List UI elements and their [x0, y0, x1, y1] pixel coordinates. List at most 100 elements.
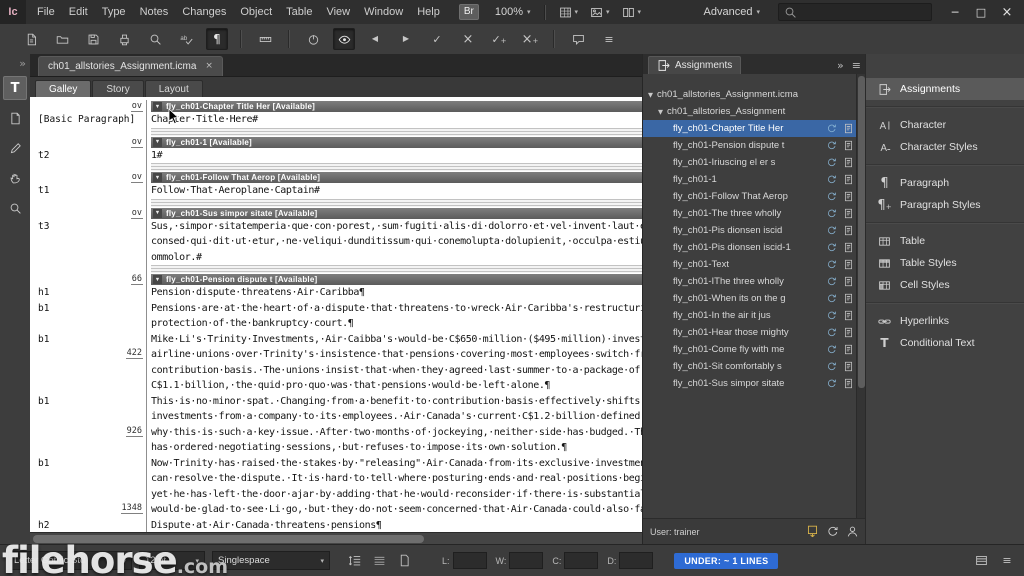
- search-box[interactable]: [778, 3, 932, 21]
- assignment-story-item[interactable]: fly_ch01-Chapter Title Her: [643, 120, 857, 137]
- assignments-root-item[interactable]: ▼ ch01_allstories_Assignment.icma: [643, 86, 857, 103]
- field-input[interactable]: [619, 552, 654, 569]
- menu-table[interactable]: Table: [279, 0, 319, 24]
- update-design-button[interactable]: [806, 525, 819, 540]
- field-input[interactable]: [564, 552, 599, 569]
- collapse-triangle-icon[interactable]: ▼: [153, 208, 162, 218]
- galley-text-line[interactable]: consed·qui·dit·ut·etur,·ne·veliqui·dundi…: [151, 234, 660, 250]
- story-section-header[interactable]: ▼ fly_ch01-Follow That Aerop [Available]: [151, 172, 660, 183]
- galley-text-line[interactable]: protection·of·the·bankruptcy·court.¶: [151, 316, 660, 332]
- power-button[interactable]: [302, 28, 324, 50]
- double-chevron-icon[interactable]: »: [837, 60, 844, 71]
- menu-object[interactable]: Object: [233, 0, 279, 24]
- dock-item-cell-styles[interactable]: Cell Styles: [866, 274, 1024, 296]
- galley-text-line[interactable]: contribution·basis.·The·unions·insist·th…: [151, 363, 660, 379]
- assignment-story-item[interactable]: fly_ch01-Iriuscing el er s: [643, 154, 857, 171]
- folder-open-button[interactable]: [51, 28, 73, 50]
- assignment-story-item[interactable]: fly_ch01-Pis dionsen iscid-1: [643, 239, 857, 256]
- galley-text-line[interactable]: Now·Trinity·has·raised·the·stakes·by·"re…: [151, 456, 660, 472]
- notes-button[interactable]: [567, 28, 589, 50]
- zoom-level-select[interactable]: 100% ▾: [489, 6, 537, 18]
- update-content-button[interactable]: [826, 525, 839, 540]
- galley-text-line[interactable]: 1#: [151, 148, 660, 164]
- document-export-button[interactable]: [20, 28, 42, 50]
- story-section-header[interactable]: ▼ fly_ch01-Chapter Title Her [Available]: [151, 101, 660, 112]
- reject-change-button[interactable]: ×: [457, 28, 479, 50]
- close-button[interactable]: ×: [996, 3, 1018, 21]
- dock-item-assignments[interactable]: Assignments: [866, 78, 1024, 100]
- line-spacing-select[interactable]: Singlespace ▾: [212, 551, 330, 570]
- assignment-story-item[interactable]: fly_ch01-Come fly with me: [643, 341, 857, 358]
- assignment-story-item[interactable]: fly_ch01-Follow That Aerop: [643, 188, 857, 205]
- workspace-switcher[interactable]: Advanced ▾: [698, 6, 766, 18]
- view-tab-galley[interactable]: Galley: [35, 80, 92, 98]
- baseline-grid-button[interactable]: [370, 552, 388, 570]
- galley-text-line[interactable]: Mike·Li's·Trinity·Investments,·Air·Caibb…: [151, 332, 660, 348]
- note-tool[interactable]: [3, 106, 27, 130]
- assignment-group-item[interactable]: ▼ ch01_allstories_Assignment: [643, 103, 857, 120]
- galley-text-line[interactable]: C$1.1·billion,·the·quid·pro·quo·was·that…: [151, 378, 660, 394]
- dock-item-paragraph-styles[interactable]: ¶+ Paragraph Styles: [866, 194, 1024, 216]
- galley-text-line[interactable]: This·is·no·minor·spat.·Changing·from·a·b…: [151, 394, 660, 410]
- panel-menu-button[interactable]: ≡: [598, 28, 620, 50]
- line-spacing-button[interactable]: [345, 552, 363, 570]
- assignment-story-item[interactable]: fly_ch01-Sit comfortably s: [643, 358, 857, 375]
- info-button[interactable]: [972, 552, 990, 570]
- zoom-tool[interactable]: [3, 196, 27, 220]
- galley-text-line[interactable]: Sus,·simpor·sitatemperia·que·con·porest,…: [151, 219, 660, 235]
- dock-item-character-styles[interactable]: A Character Styles: [866, 136, 1024, 158]
- galley-text-line[interactable]: can·resolve·the·dispute.·It·is·hard·to·t…: [151, 471, 660, 487]
- bridge-button[interactable]: Br: [458, 4, 479, 20]
- assignment-story-item[interactable]: fly_ch01-Pension dispute t: [643, 137, 857, 154]
- story-section-header[interactable]: ▼ fly_ch01-Sus simpor sitate [Available]: [151, 207, 660, 219]
- columns-button[interactable]: ▾: [616, 0, 648, 24]
- menu-help[interactable]: Help: [410, 0, 447, 24]
- panel-menu-icon[interactable]: ≡: [852, 60, 861, 71]
- story-section-header[interactable]: ▼ fly_ch01-Pension dispute t [Available]: [151, 274, 660, 285]
- collapse-triangle-icon[interactable]: ▼: [153, 275, 162, 284]
- galley-text-line[interactable]: Follow·That·Aeroplane·Captain#: [151, 183, 660, 199]
- field-input[interactable]: [509, 552, 544, 569]
- assignment-story-item[interactable]: fly_ch01-Hear those mighty: [643, 324, 857, 341]
- user-button[interactable]: [846, 525, 859, 540]
- previous-change-button[interactable]: ◀: [364, 28, 386, 50]
- chevron-down-icon[interactable]: ▼: [648, 89, 653, 100]
- pencil-tool[interactable]: [3, 136, 27, 160]
- export-button[interactable]: [82, 28, 104, 50]
- menu-button[interactable]: ≡: [998, 552, 1016, 570]
- tools-collapse[interactable]: »: [0, 58, 30, 70]
- track-changes-eye-button[interactable]: [333, 28, 355, 50]
- font-size-select[interactable]: 12 pt ▾: [139, 551, 205, 570]
- spellcheck-button[interactable]: ab: [175, 28, 197, 50]
- story-section-header[interactable]: ▼ fly_ch01-1 [Available]: [151, 136, 660, 148]
- restore-button[interactable]: □: [970, 3, 992, 21]
- accept-all-changes-button[interactable]: ✓+: [488, 28, 510, 50]
- menu-file[interactable]: File: [30, 0, 62, 24]
- chevron-down-icon[interactable]: ▼: [658, 106, 663, 117]
- search-button[interactable]: [144, 28, 166, 50]
- view-tab-layout[interactable]: Layout: [144, 80, 203, 98]
- accept-change-button[interactable]: ✓: [426, 28, 448, 50]
- grid-button[interactable]: ▾: [553, 0, 585, 24]
- image-button[interactable]: ▾: [584, 0, 616, 24]
- close-icon[interactable]: ×: [205, 62, 213, 71]
- assignment-story-item[interactable]: fly_ch01-In the air it jus: [643, 307, 857, 324]
- text-ruler-button[interactable]: [254, 28, 276, 50]
- assignment-story-item[interactable]: fly_ch01-When its on the g: [643, 290, 857, 307]
- galley-text-line[interactable]: would·be·glad·to·see·Li·go,·but·they·do·…: [151, 502, 660, 518]
- menu-window[interactable]: Window: [357, 0, 410, 24]
- galley-text-line[interactable]: investments·from·a·company·to·its·employ…: [151, 409, 660, 425]
- print-button[interactable]: [113, 28, 135, 50]
- galley-text-line[interactable]: ommolor.#: [151, 250, 660, 266]
- assignment-story-item[interactable]: fly_ch01-Text: [643, 256, 857, 273]
- assignment-story-item[interactable]: fly_ch01-1: [643, 171, 857, 188]
- menu-edit[interactable]: Edit: [62, 0, 95, 24]
- page-button[interactable]: [395, 552, 413, 570]
- view-tab-story[interactable]: Story: [92, 80, 144, 98]
- document-tab[interactable]: ch01_allstories_Assignment.icma ×: [38, 56, 223, 76]
- galley-text-line[interactable]: why·this·is·such·a·key·issue.·After·two·…: [151, 425, 660, 441]
- dock-item-conditional-text[interactable]: T Conditional Text: [866, 332, 1024, 354]
- galley-text-line[interactable]: yet·he·has·left·the·door·ajar·by·adding·…: [151, 487, 660, 503]
- dock-item-hyperlinks[interactable]: Hyperlinks: [866, 310, 1024, 332]
- next-change-button[interactable]: ▶: [395, 28, 417, 50]
